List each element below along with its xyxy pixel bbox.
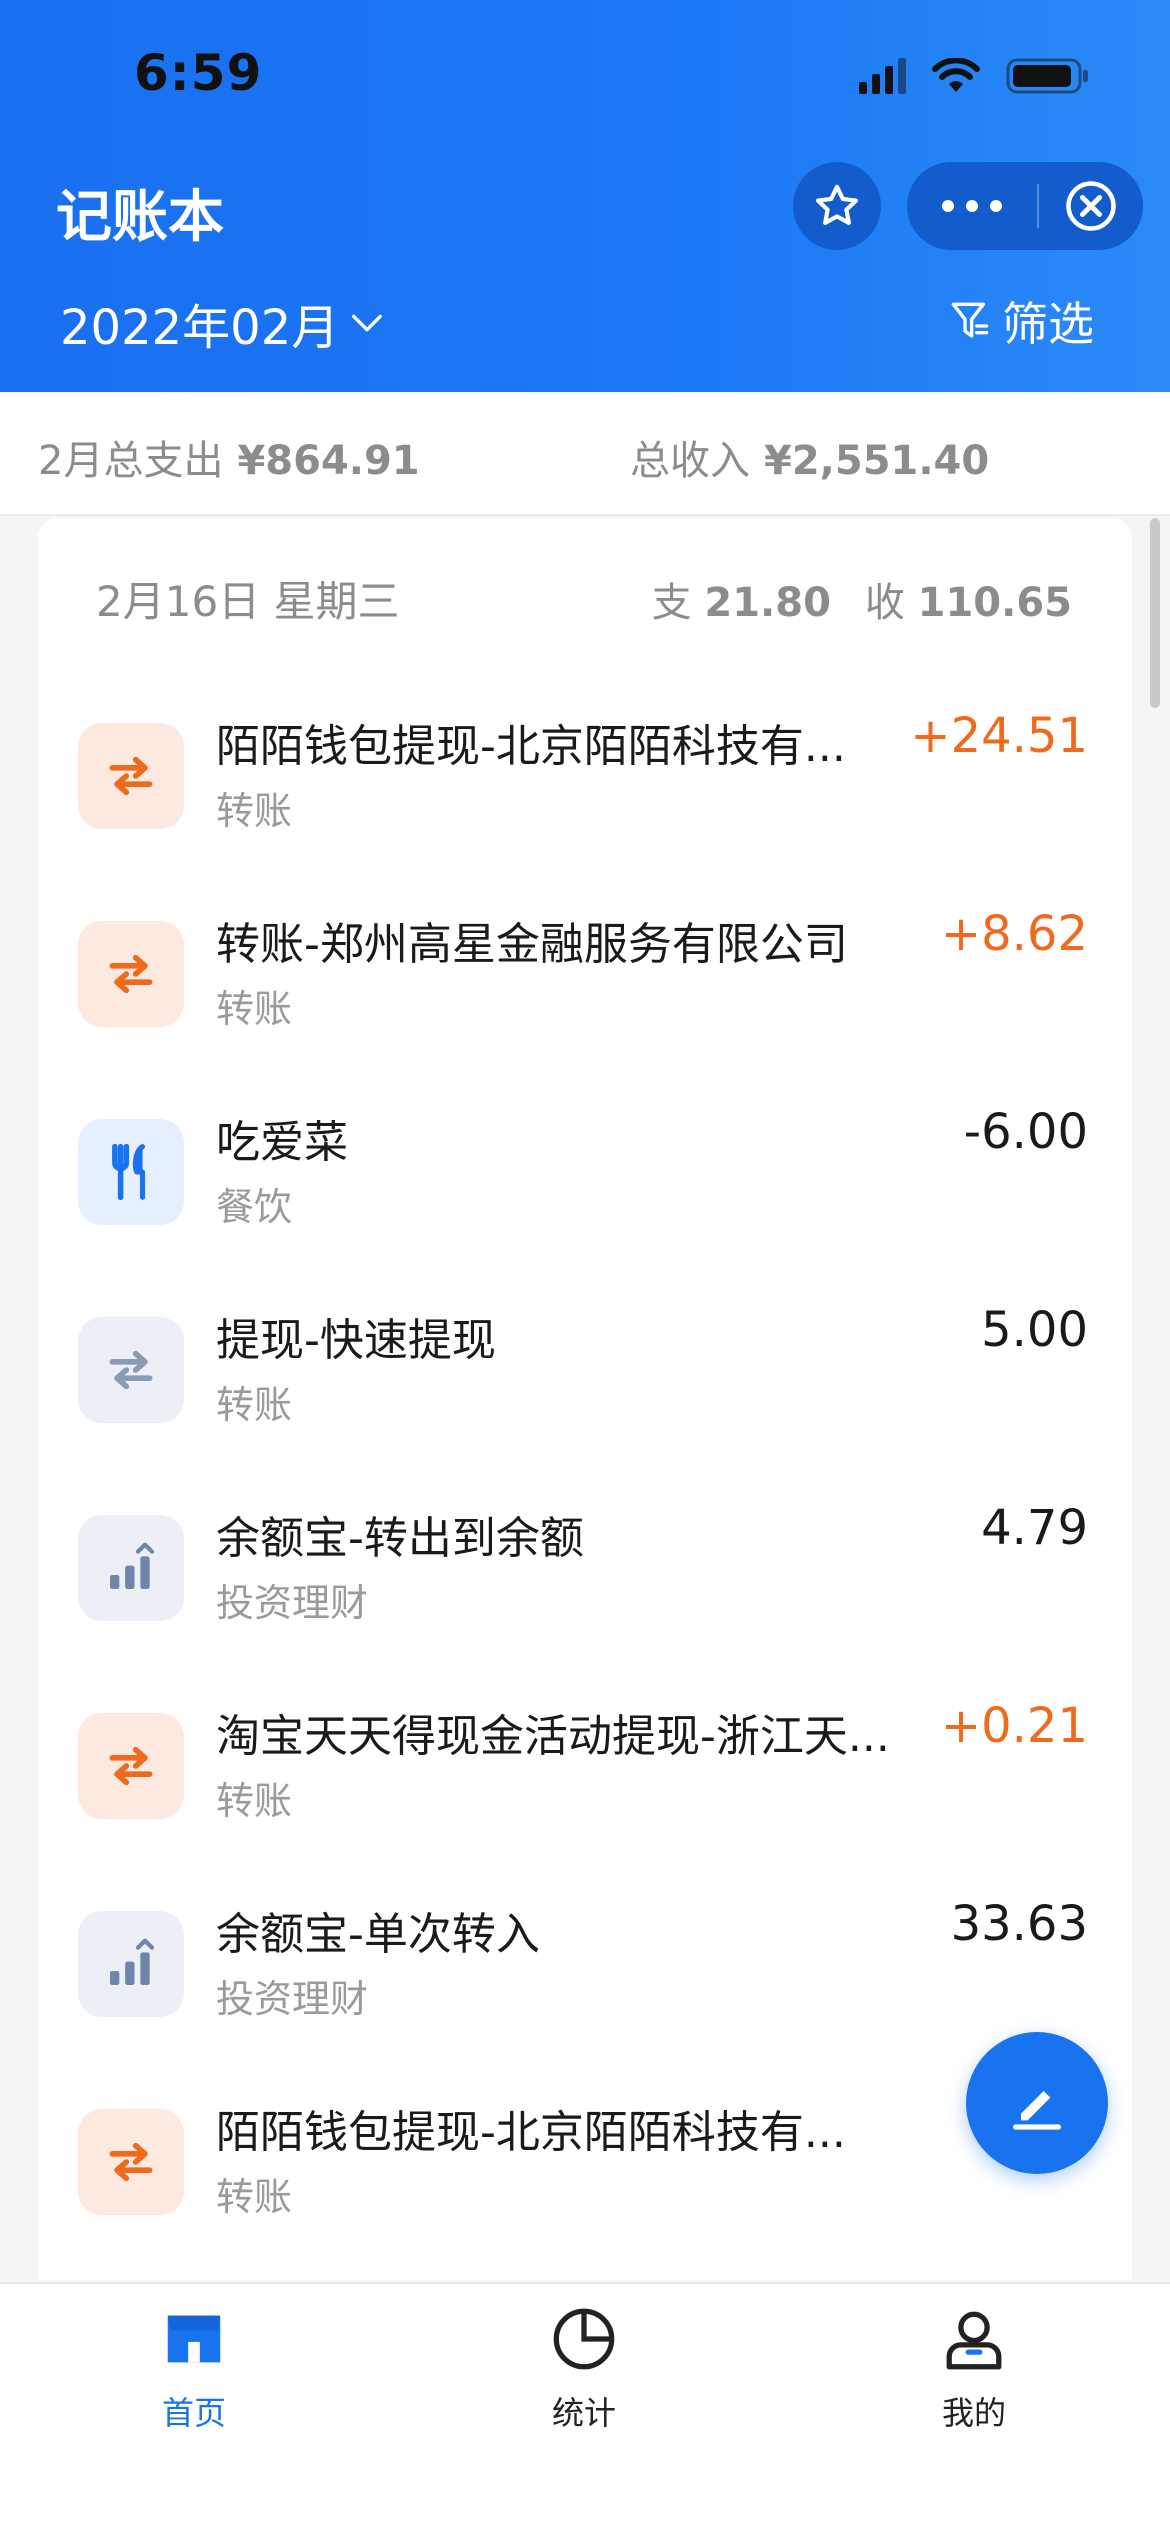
day-header: 2月16日 星期三 支 21.80 收 110.65 — [38, 518, 1132, 678]
status-time: 6:59 — [134, 44, 263, 102]
transaction-amount: +8.62 — [940, 906, 1088, 962]
cellular-signal-icon — [859, 58, 906, 94]
transaction-title: 吃爱菜 — [216, 1117, 348, 1168]
home-icon — [167, 2315, 221, 2363]
month-picker[interactable]: 2022年02月 — [60, 288, 387, 358]
transaction-category: 转账 — [216, 1383, 293, 1427]
transfer-icon — [78, 723, 184, 829]
total-income: 总收入 ¥2,551.40 — [630, 428, 989, 486]
transaction-amount: 5.00 — [981, 1302, 1088, 1358]
tab-stats-label: 统计 — [551, 2394, 616, 2432]
page-title: 记账本 — [56, 185, 224, 250]
filter-icon — [951, 302, 989, 338]
transfer-icon — [78, 1713, 184, 1819]
close-button[interactable] — [1039, 162, 1143, 250]
transaction-category: 转账 — [216, 2175, 293, 2219]
expense-value: ¥864.91 — [237, 438, 420, 484]
filter-button[interactable]: 筛选 — [950, 288, 1094, 354]
star-icon — [815, 184, 859, 225]
total-expense: 2月总支出 ¥864.91 — [38, 428, 420, 486]
day-expense-label: 支 — [651, 580, 692, 626]
income-label: 总收入 — [630, 438, 750, 484]
pie-clock-icon — [553, 2308, 615, 2370]
day-date: 2月16日 星期三 — [96, 577, 400, 626]
transaction-title: 余额宝-转出到余额 — [216, 1513, 584, 1564]
fork-knife-icon — [78, 1119, 184, 1225]
user-icon — [946, 2311, 1002, 2370]
bar-chart-icon — [78, 1911, 184, 2017]
transaction-category: 转账 — [216, 987, 293, 1031]
transaction-list: 2月16日 星期三 支 21.80 收 110.65 陌陌钱包提现-北京陌陌科技… — [38, 518, 1132, 2280]
transaction-category: 转账 — [216, 1779, 293, 1823]
status-icons — [859, 56, 1090, 96]
transaction-row[interactable]: 余额宝-转出到余额 投资理财 4.79 — [38, 1470, 1132, 1668]
tab-home-label: 首页 — [161, 2394, 226, 2432]
chevron-down-icon — [352, 314, 383, 332]
transaction-row[interactable]: 余额宝-单次转入 投资理财 33.63 — [38, 1866, 1132, 2064]
transaction-amount: -6.00 — [963, 1104, 1088, 1160]
transaction-title: 提现-快速提现 — [216, 1315, 496, 1366]
battery-icon — [1006, 56, 1090, 96]
transaction-title: 淘宝天天得现金活动提现-浙江天... — [216, 1711, 890, 1762]
transaction-category: 投资理财 — [216, 1581, 369, 1625]
transaction-category: 餐饮 — [216, 1185, 293, 1229]
close-circle-icon — [1066, 181, 1116, 231]
more-button[interactable] — [907, 162, 1037, 250]
favorite-button[interactable] — [793, 162, 881, 250]
transaction-amount: +0.21 — [940, 1698, 1088, 1754]
tab-me-label: 我的 — [941, 2394, 1006, 2432]
tab-stats[interactable]: 统计 — [454, 2304, 714, 2434]
transaction-title: 陌陌钱包提现-北京陌陌科技有... — [216, 2107, 846, 2158]
transaction-category: 投资理财 — [216, 1977, 369, 2021]
transaction-title: 余额宝-单次转入 — [216, 1909, 540, 1960]
tab-me[interactable]: 我的 — [844, 2304, 1104, 2434]
scrollbar[interactable] — [1150, 518, 1160, 708]
day-income-label: 收 — [864, 580, 905, 626]
day-expense-value: 21.80 — [704, 580, 831, 626]
transaction-row[interactable]: 提现-快速提现 转账 5.00 — [38, 1272, 1132, 1470]
wifi-icon — [932, 58, 980, 94]
transaction-title: 陌陌钱包提现-北京陌陌科技有... — [216, 721, 846, 772]
transfer-icon — [78, 2109, 184, 2215]
expense-label: 2月总支出 — [38, 438, 224, 484]
transaction-row[interactable]: 吃爱菜 餐饮 -6.00 — [38, 1074, 1132, 1272]
transfer-icon — [78, 1317, 184, 1423]
transaction-row[interactable]: 转账-郑州高星金融服务有限公司 转账 +8.62 — [38, 876, 1132, 1074]
add-record-button[interactable] — [966, 2032, 1108, 2174]
mini-program-capsule — [907, 162, 1143, 250]
transaction-row[interactable]: 淘宝天天得现金活动提现-浙江天... 转账 +0.21 — [38, 1668, 1132, 1866]
transaction-amount: 4.79 — [981, 1500, 1088, 1556]
day-income-value: 110.65 — [917, 580, 1072, 626]
filter-label: 筛选 — [1002, 297, 1094, 351]
day-totals: 支 21.80 收 110.65 — [652, 570, 1072, 628]
app-header: 6:59 记账本 2022年02月 筛选 — [0, 0, 1170, 392]
transaction-category: 转账 — [216, 789, 293, 833]
bottom-tab-bar: 首页 统计 我的 — [0, 2282, 1170, 2532]
transaction-amount: 33.63 — [950, 1896, 1088, 1952]
edit-pen-icon — [1013, 2091, 1061, 2130]
transaction-row[interactable]: 陌陌钱包提现-北京陌陌科技有... 转账 +24.51 — [38, 678, 1132, 876]
transaction-title: 转账-郑州高星金融服务有限公司 — [216, 919, 848, 970]
bar-chart-icon — [78, 1515, 184, 1621]
tab-home[interactable]: 首页 — [64, 2304, 324, 2434]
transfer-icon — [78, 921, 184, 1027]
monthly-summary: 2月总支出 ¥864.91 总收入 ¥2,551.40 — [0, 392, 1170, 516]
transaction-amount: +24.51 — [910, 708, 1088, 764]
month-label: 2022年02月 — [60, 300, 340, 356]
income-value: ¥2,551.40 — [764, 438, 990, 484]
